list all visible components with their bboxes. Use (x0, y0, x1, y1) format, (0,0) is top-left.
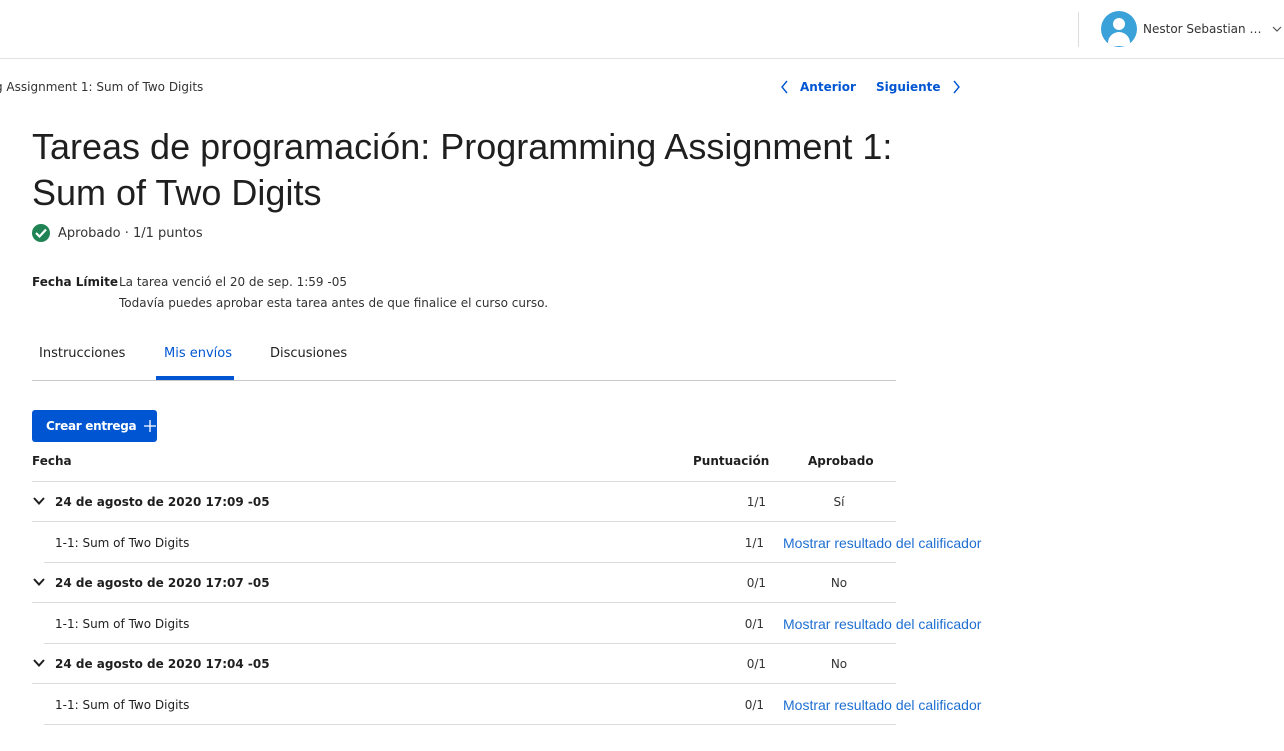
tab-my-submissions[interactable]: Mis envíos (164, 346, 232, 361)
part-score: 0/1 (744, 698, 764, 712)
submission-row[interactable]: 24 de agosto de 2020 17:07 -05 0/1 No (32, 563, 982, 603)
tab-instructions[interactable]: Instrucciones (39, 346, 125, 361)
submission-row[interactable]: 24 de agosto de 2020 17:09 -05 1/1 Sí (32, 482, 982, 522)
deadline-note: Todavía puedes aprobar esta tarea antes … (119, 296, 549, 310)
chevron-left-icon (781, 80, 788, 94)
submission-passed: No (830, 576, 848, 590)
column-header-score: Puntuación (693, 454, 770, 468)
check-circle-icon (32, 224, 50, 242)
submission-date: 24 de agosto de 2020 17:09 -05 (55, 495, 270, 509)
submission-part-row: 1-1: Sum of Two Digits 0/1 Mostrar resul… (32, 685, 982, 725)
tab-bar: Instrucciones Mis envíos Discusiones (32, 336, 896, 381)
part-name: 1-1: Sum of Two Digits (55, 536, 190, 550)
deadline-label: Fecha Límite (32, 275, 119, 289)
user-name[interactable]: Nestor Sebastian Gar... (1143, 22, 1267, 36)
show-grader-output-link[interactable]: Mostrar resultado del calificador (783, 616, 982, 632)
submission-score: 0/1 (746, 657, 766, 671)
part-name: 1-1: Sum of Two Digits (55, 698, 190, 712)
part-name: 1-1: Sum of Two Digits (55, 617, 190, 631)
submission-part-row: 1-1: Sum of Two Digits 1/1 Mostrar resul… (32, 523, 982, 563)
chevron-down-icon[interactable] (1272, 24, 1282, 34)
header-divider (1078, 12, 1079, 47)
grade-status: Aprobado · 1/1 puntos (32, 224, 203, 242)
submission-part-row: 1-1: Sum of Two Digits 0/1 Mostrar resul… (32, 604, 982, 644)
submission-passed: Sí (833, 495, 845, 509)
previous-button[interactable]: Anterior (780, 80, 856, 94)
tab-discussions[interactable]: Discusiones (270, 346, 347, 361)
column-header-passed: Aprobado (808, 454, 874, 468)
next-button[interactable]: Siguiente (876, 80, 961, 94)
submission-score: 1/1 (746, 495, 766, 509)
show-grader-output-link[interactable]: Mostrar resultado del calificador (783, 697, 982, 713)
active-tab-indicator (156, 376, 234, 380)
status-text: Aprobado · 1/1 puntos (58, 225, 203, 241)
submission-score: 0/1 (746, 576, 766, 590)
chevron-down-icon[interactable] (33, 577, 45, 587)
column-header-date: Fecha (32, 454, 72, 468)
create-submission-label: Crear entrega (46, 419, 137, 433)
previous-label: Anterior (800, 80, 856, 94)
page-title: Tareas de programación: Programming Assi… (32, 126, 893, 213)
submission-date: 24 de agosto de 2020 17:04 -05 (55, 657, 270, 671)
deadline-text: La tarea venció el 20 de sep. 1:59 -05 (119, 275, 347, 289)
part-score: 0/1 (744, 617, 764, 631)
top-header: Nestor Sebastian Gar... (0, 0, 1284, 59)
show-grader-output-link[interactable]: Mostrar resultado del calificador (783, 535, 982, 551)
user-menu[interactable]: Nestor Sebastian Gar... (1101, 11, 1282, 47)
chevron-down-icon[interactable] (33, 496, 45, 506)
chevron-right-icon (953, 80, 960, 94)
chevron-down-icon[interactable] (33, 658, 45, 668)
next-label: Siguiente (876, 80, 941, 94)
submission-passed: No (830, 657, 848, 671)
submission-date: 24 de agosto de 2020 17:07 -05 (55, 576, 270, 590)
breadcrumb[interactable]: g Assignment 1: Sum of Two Digits (0, 80, 203, 94)
submission-row[interactable]: 24 de agosto de 2020 17:04 -05 0/1 No (32, 644, 982, 684)
part-score: 1/1 (744, 536, 764, 550)
create-submission-button[interactable]: Crear entrega (32, 410, 157, 442)
plus-icon (144, 420, 157, 432)
avatar[interactable] (1101, 11, 1137, 47)
